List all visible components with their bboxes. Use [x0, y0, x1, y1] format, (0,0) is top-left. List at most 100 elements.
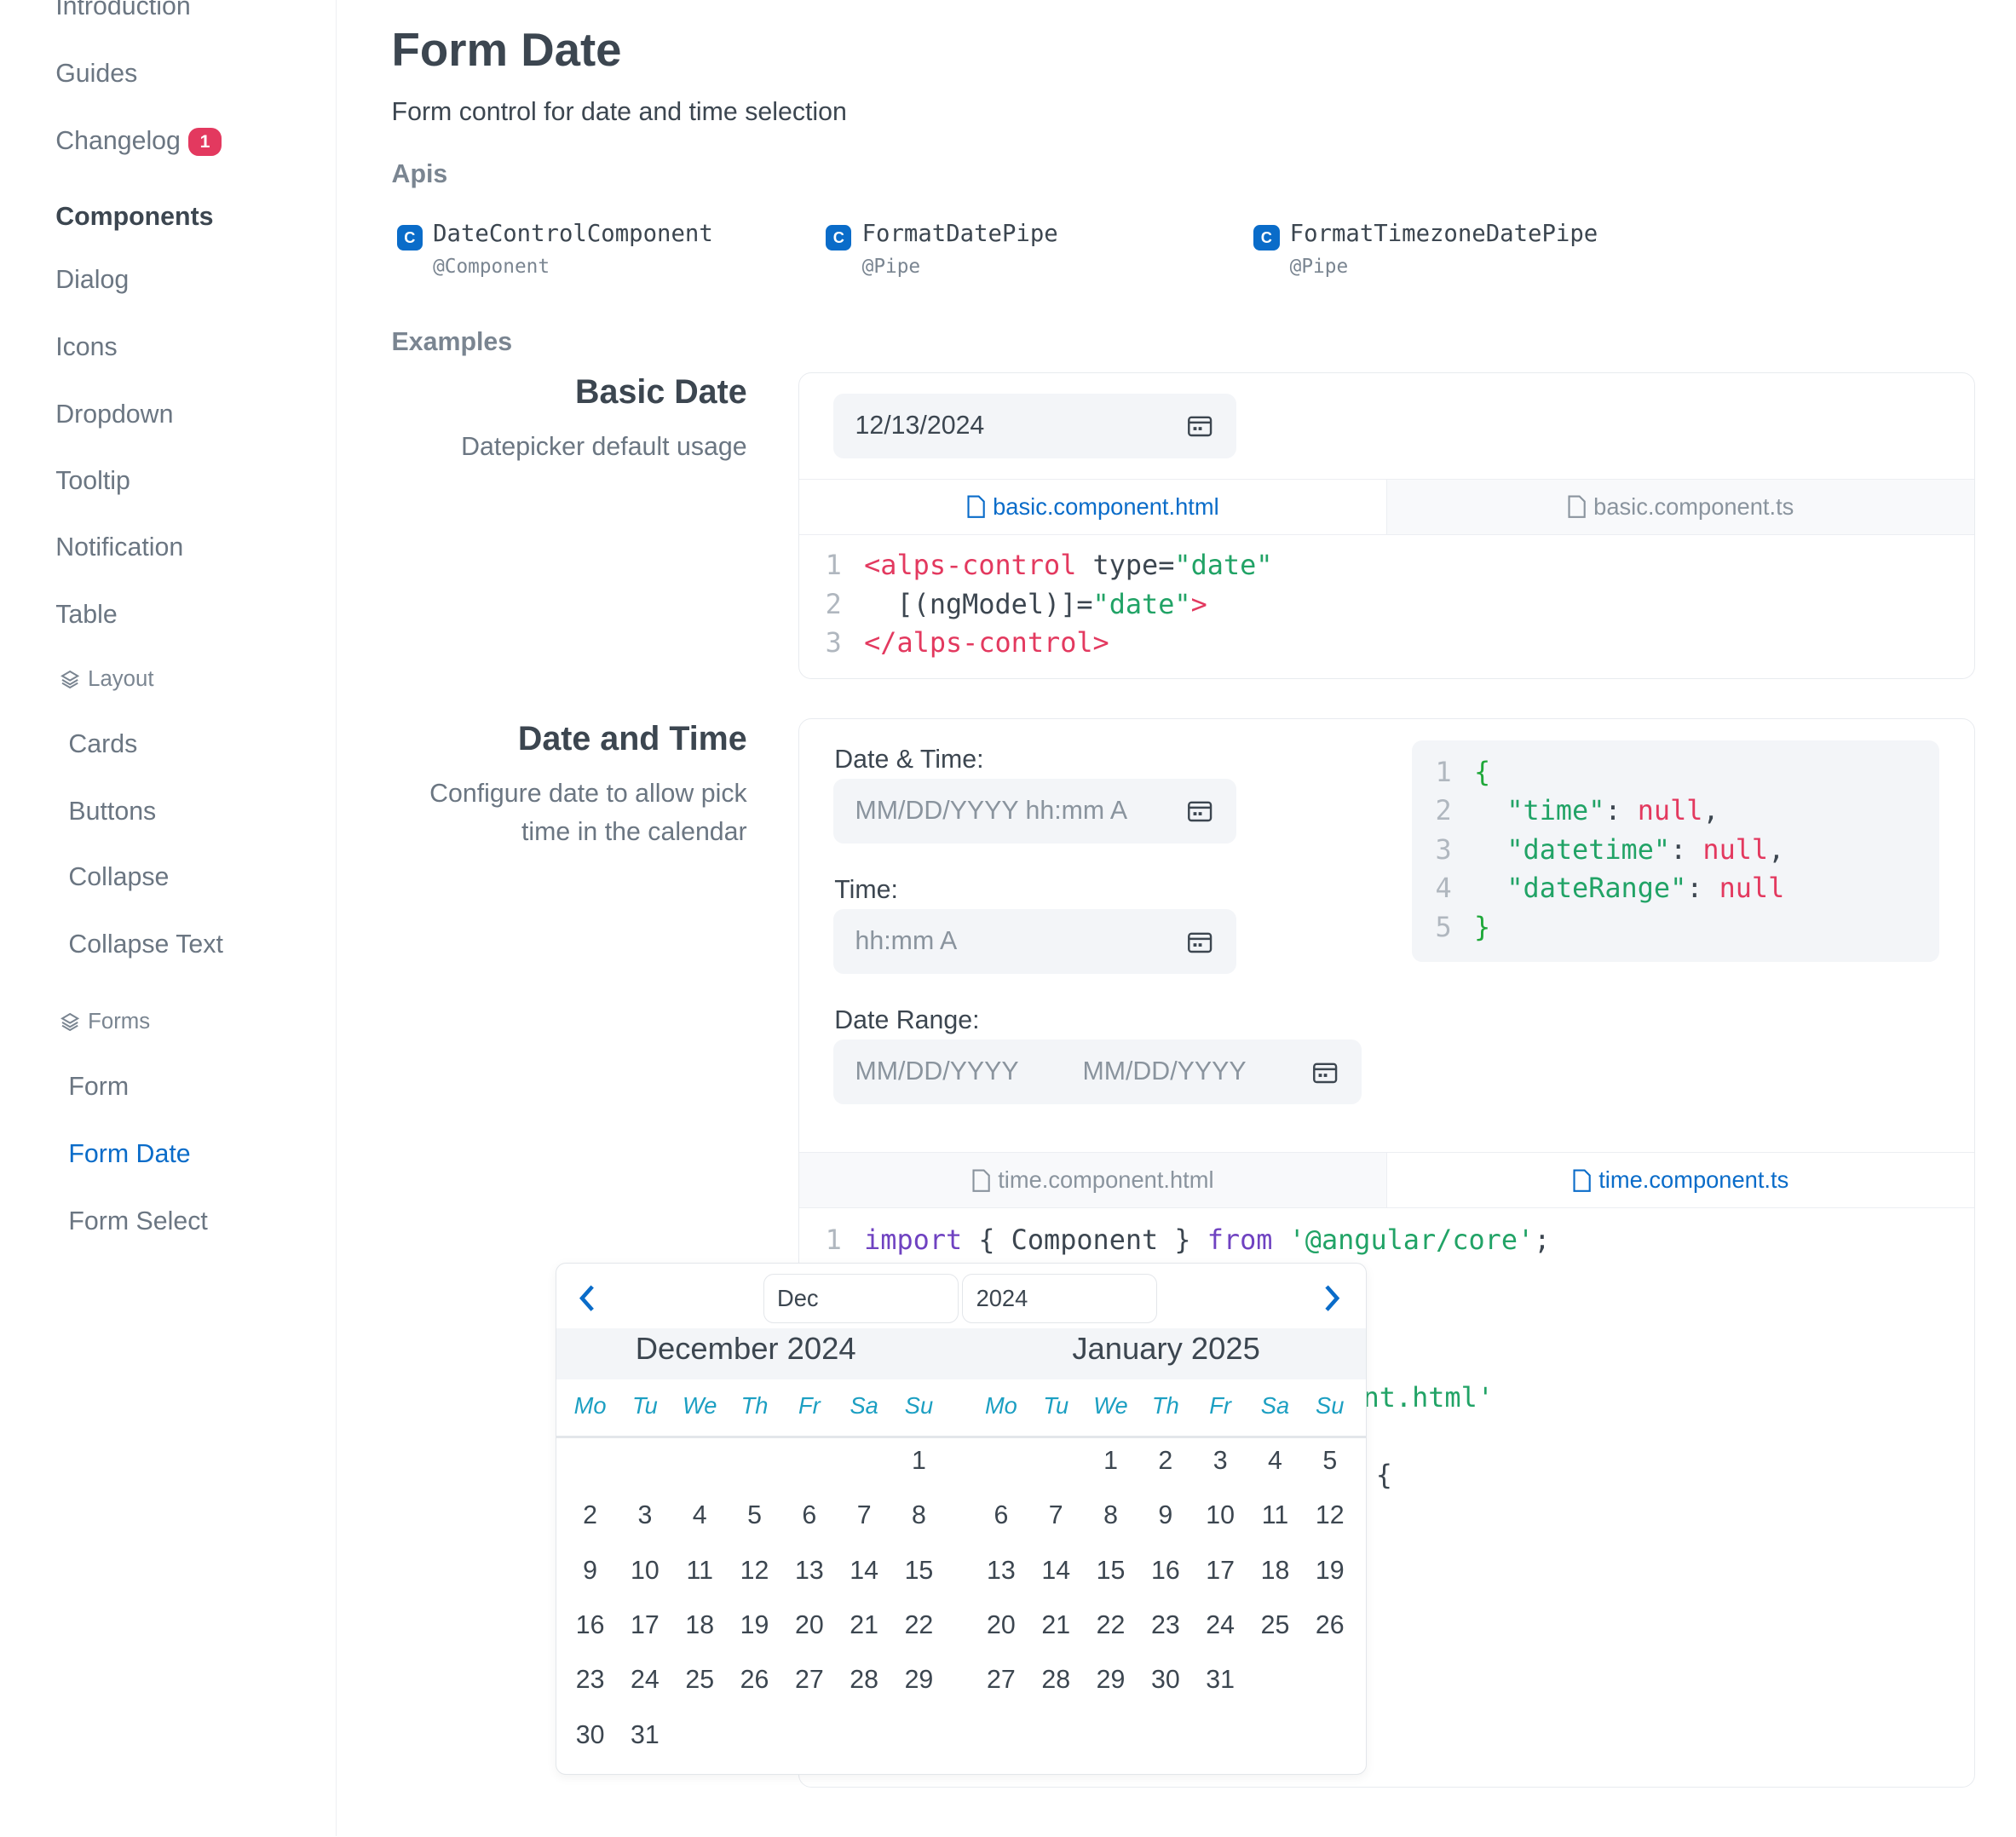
calendar-icon[interactable]	[1187, 414, 1212, 437]
tab-basic-html[interactable]: basic.component.html	[799, 480, 1387, 534]
sidebar-item-tooltip[interactable]: Tooltip	[55, 467, 130, 496]
calendar-day[interactable]: 21	[841, 1611, 888, 1640]
calendar-day[interactable]: 15	[896, 1557, 942, 1586]
calendar-day[interactable]: 12	[1306, 1501, 1353, 1530]
month-select[interactable]: Dec	[763, 1273, 959, 1323]
calendar-day[interactable]: 11	[677, 1557, 723, 1586]
calendar-day[interactable]: 23	[1143, 1611, 1189, 1640]
calendar-icon[interactable]	[1187, 930, 1212, 953]
calendar-day[interactable]: 28	[841, 1666, 888, 1695]
calendar-icon[interactable]	[1312, 1061, 1338, 1084]
calendar-day[interactable]: 19	[1306, 1557, 1353, 1586]
calendar-day[interactable]: 30	[1143, 1666, 1189, 1695]
date-value: 12/13/2024	[855, 411, 985, 440]
calendar-day[interactable]: 4	[1252, 1447, 1299, 1476]
calendar-day[interactable]: 9	[567, 1557, 613, 1586]
sidebar-item-notification[interactable]: Notification	[55, 533, 183, 562]
calendar-day[interactable]: 18	[677, 1611, 723, 1640]
calendar-day[interactable]: 13	[786, 1557, 833, 1586]
weekday-label: Mo	[984, 1392, 1017, 1420]
calendar-day[interactable]: 14	[1033, 1557, 1080, 1586]
date-range-input[interactable]: MM/DD/YYYY MM/DD/YYYY	[832, 1039, 1362, 1105]
sidebar-item-guides[interactable]: Guides	[55, 60, 137, 89]
basic-date-input[interactable]: 12/13/2024	[832, 394, 1236, 458]
calendar-day[interactable]: 26	[1306, 1611, 1353, 1640]
sidebar-item-form-date[interactable]: Form Date	[68, 1140, 190, 1169]
datetime-input[interactable]: MM/DD/YYYY hh:mm A	[832, 779, 1236, 844]
calendar-day[interactable]: 3	[1197, 1447, 1244, 1476]
tab-time-html[interactable]: time.component.html	[799, 1153, 1387, 1208]
calendar-day[interactable]: 2	[567, 1501, 613, 1530]
calendar-day[interactable]: 25	[1252, 1611, 1299, 1640]
calendar-day[interactable]: 18	[1252, 1557, 1299, 1586]
calendar-day[interactable]: 1	[896, 1447, 942, 1476]
calendar-day[interactable]: 27	[978, 1666, 1025, 1695]
calendar-day[interactable]: 24	[1197, 1611, 1244, 1640]
calendar-day[interactable]: 5	[731, 1501, 778, 1530]
calendar-day[interactable]: 14	[841, 1557, 888, 1586]
calendar-day[interactable]: 27	[786, 1666, 833, 1695]
calendar-day[interactable]: 24	[622, 1666, 669, 1695]
calendar-day[interactable]: 6	[978, 1501, 1025, 1530]
chevron-right-icon[interactable]	[1322, 1284, 1342, 1312]
calendar-day[interactable]: 31	[622, 1721, 669, 1750]
calendar-day[interactable]: 30	[567, 1721, 613, 1750]
calendar-day[interactable]: 28	[1033, 1666, 1080, 1695]
calendar-day[interactable]: 29	[896, 1666, 942, 1695]
calendar-day[interactable]: 10	[1197, 1501, 1244, 1530]
calendar-day[interactable]: 6	[786, 1501, 833, 1530]
calendar-day[interactable]: 16	[567, 1611, 613, 1640]
sidebar-item-icons[interactable]: Icons	[55, 333, 118, 362]
calendar-day[interactable]: 23	[567, 1666, 613, 1695]
calendar-day[interactable]: 2	[1143, 1447, 1189, 1476]
calendar-day[interactable]: 21	[1033, 1611, 1080, 1640]
calendar-day[interactable]: 9	[1143, 1501, 1189, 1530]
sidebar-group-forms[interactable]: Forms	[60, 1010, 150, 1034]
sidebar-item-form[interactable]: Form	[68, 1073, 129, 1102]
sidebar-item-cards[interactable]: Cards	[68, 730, 137, 759]
api-decorator: @Component	[433, 256, 550, 279]
sidebar-heading-components: Components	[55, 203, 214, 232]
calendar-day[interactable]: 5	[1306, 1447, 1353, 1476]
tab-basic-ts[interactable]: basic.component.ts	[1386, 480, 1974, 534]
calendar-day[interactable]: 1	[1087, 1447, 1134, 1476]
calendar-day[interactable]: 22	[1087, 1611, 1134, 1640]
tab-time-ts[interactable]: time.component.ts	[1386, 1153, 1974, 1208]
sidebar-item-collapse[interactable]: Collapse	[68, 863, 169, 892]
year-select[interactable]: 2024	[962, 1273, 1158, 1323]
calendar-day[interactable]: 20	[786, 1611, 833, 1640]
calendar-day[interactable]: 17	[1197, 1557, 1244, 1586]
calendar-day[interactable]: 11	[1252, 1501, 1299, 1530]
calendar-day[interactable]: 3	[622, 1501, 669, 1530]
time-input[interactable]: hh:mm A	[832, 909, 1236, 975]
sidebar-item-dropdown[interactable]: Dropdown	[55, 400, 173, 429]
calendar-day[interactable]: 25	[677, 1666, 723, 1695]
sidebar-item-buttons[interactable]: Buttons	[68, 798, 156, 826]
calendar-day[interactable]: 10	[622, 1557, 669, 1586]
calendar-day[interactable]: 20	[978, 1611, 1025, 1640]
chevron-left-icon[interactable]	[577, 1284, 597, 1312]
calendar-day[interactable]: 8	[1087, 1501, 1134, 1530]
calendar-day[interactable]: 29	[1087, 1666, 1134, 1695]
calendar-day[interactable]: 4	[677, 1501, 723, 1530]
calendar-day[interactable]: 22	[896, 1611, 942, 1640]
sidebar-item-collapse-text[interactable]: Collapse Text	[68, 930, 223, 959]
sidebar-group-layout[interactable]: Layout	[60, 667, 154, 692]
calendar-day[interactable]: 19	[731, 1611, 778, 1640]
calendar-day[interactable]: 16	[1143, 1557, 1189, 1586]
sidebar-item-introduction[interactable]: Introduction	[55, 0, 190, 21]
sidebar-item-form-select[interactable]: Form Select	[68, 1207, 207, 1236]
calendar-day[interactable]: 12	[731, 1557, 778, 1586]
calendar-day[interactable]: 31	[1197, 1666, 1244, 1695]
calendar-day[interactable]: 15	[1087, 1557, 1134, 1586]
sidebar-item-changelog[interactable]: Changelog 1	[55, 127, 222, 157]
calendar-day[interactable]: 26	[731, 1666, 778, 1695]
sidebar-item-dialog[interactable]: Dialog	[55, 266, 129, 295]
calendar-icon[interactable]	[1187, 799, 1212, 822]
calendar-day[interactable]: 17	[622, 1611, 669, 1640]
calendar-day[interactable]: 7	[1033, 1501, 1080, 1530]
calendar-day[interactable]: 7	[841, 1501, 888, 1530]
sidebar-item-table[interactable]: Table	[55, 601, 118, 630]
calendar-day[interactable]: 8	[896, 1501, 942, 1530]
calendar-day[interactable]: 13	[978, 1557, 1025, 1586]
